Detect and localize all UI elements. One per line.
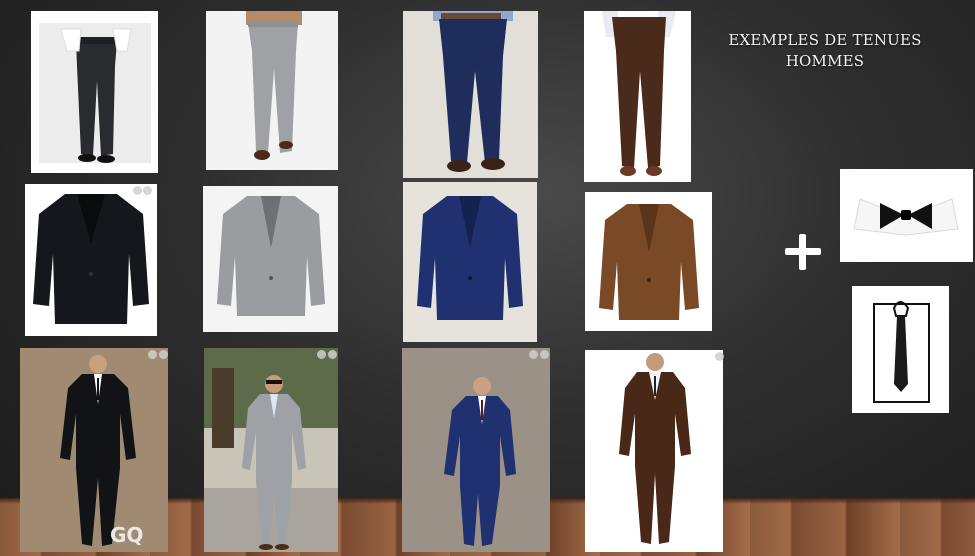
grey-suit-model-image[interactable] — [204, 348, 338, 552]
black-suit-model-image[interactable] — [20, 348, 168, 552]
image-control-icon[interactable] — [529, 350, 538, 359]
image-control-icon[interactable] — [143, 186, 152, 195]
necktie-image[interactable] — [852, 286, 949, 413]
black-pants-image[interactable] — [31, 11, 158, 173]
bow-tie-image[interactable] — [840, 169, 973, 262]
slide-title: EXEMPLES DE TENUES HOMMES — [728, 31, 922, 70]
image-control-icon[interactable] — [133, 186, 142, 195]
image-control-icon[interactable] — [148, 350, 157, 359]
image-control-icon[interactable] — [715, 352, 724, 361]
grey-pants-image[interactable] — [206, 11, 338, 170]
navy-pants-image[interactable] — [403, 11, 538, 178]
image-control-icon[interactable] — [540, 350, 549, 359]
black-jacket-image[interactable] — [25, 184, 157, 336]
brown-jacket-image[interactable] — [585, 192, 712, 331]
brown-suit-model-image[interactable] — [585, 350, 723, 552]
plus-icon — [779, 228, 827, 276]
presentation-slide: EXEMPLES DE TENUES HOMMES GQ — [0, 0, 975, 556]
image-control-icon[interactable] — [317, 350, 326, 359]
navy-jacket-image[interactable] — [403, 182, 537, 342]
gq-watermark: GQ — [110, 523, 144, 547]
brown-pants-image[interactable] — [584, 11, 691, 182]
image-control-icon[interactable] — [159, 350, 168, 359]
grey-jacket-image[interactable] — [203, 186, 338, 332]
image-control-icon[interactable] — [328, 350, 337, 359]
navy-suit-model-image[interactable] — [402, 348, 550, 552]
